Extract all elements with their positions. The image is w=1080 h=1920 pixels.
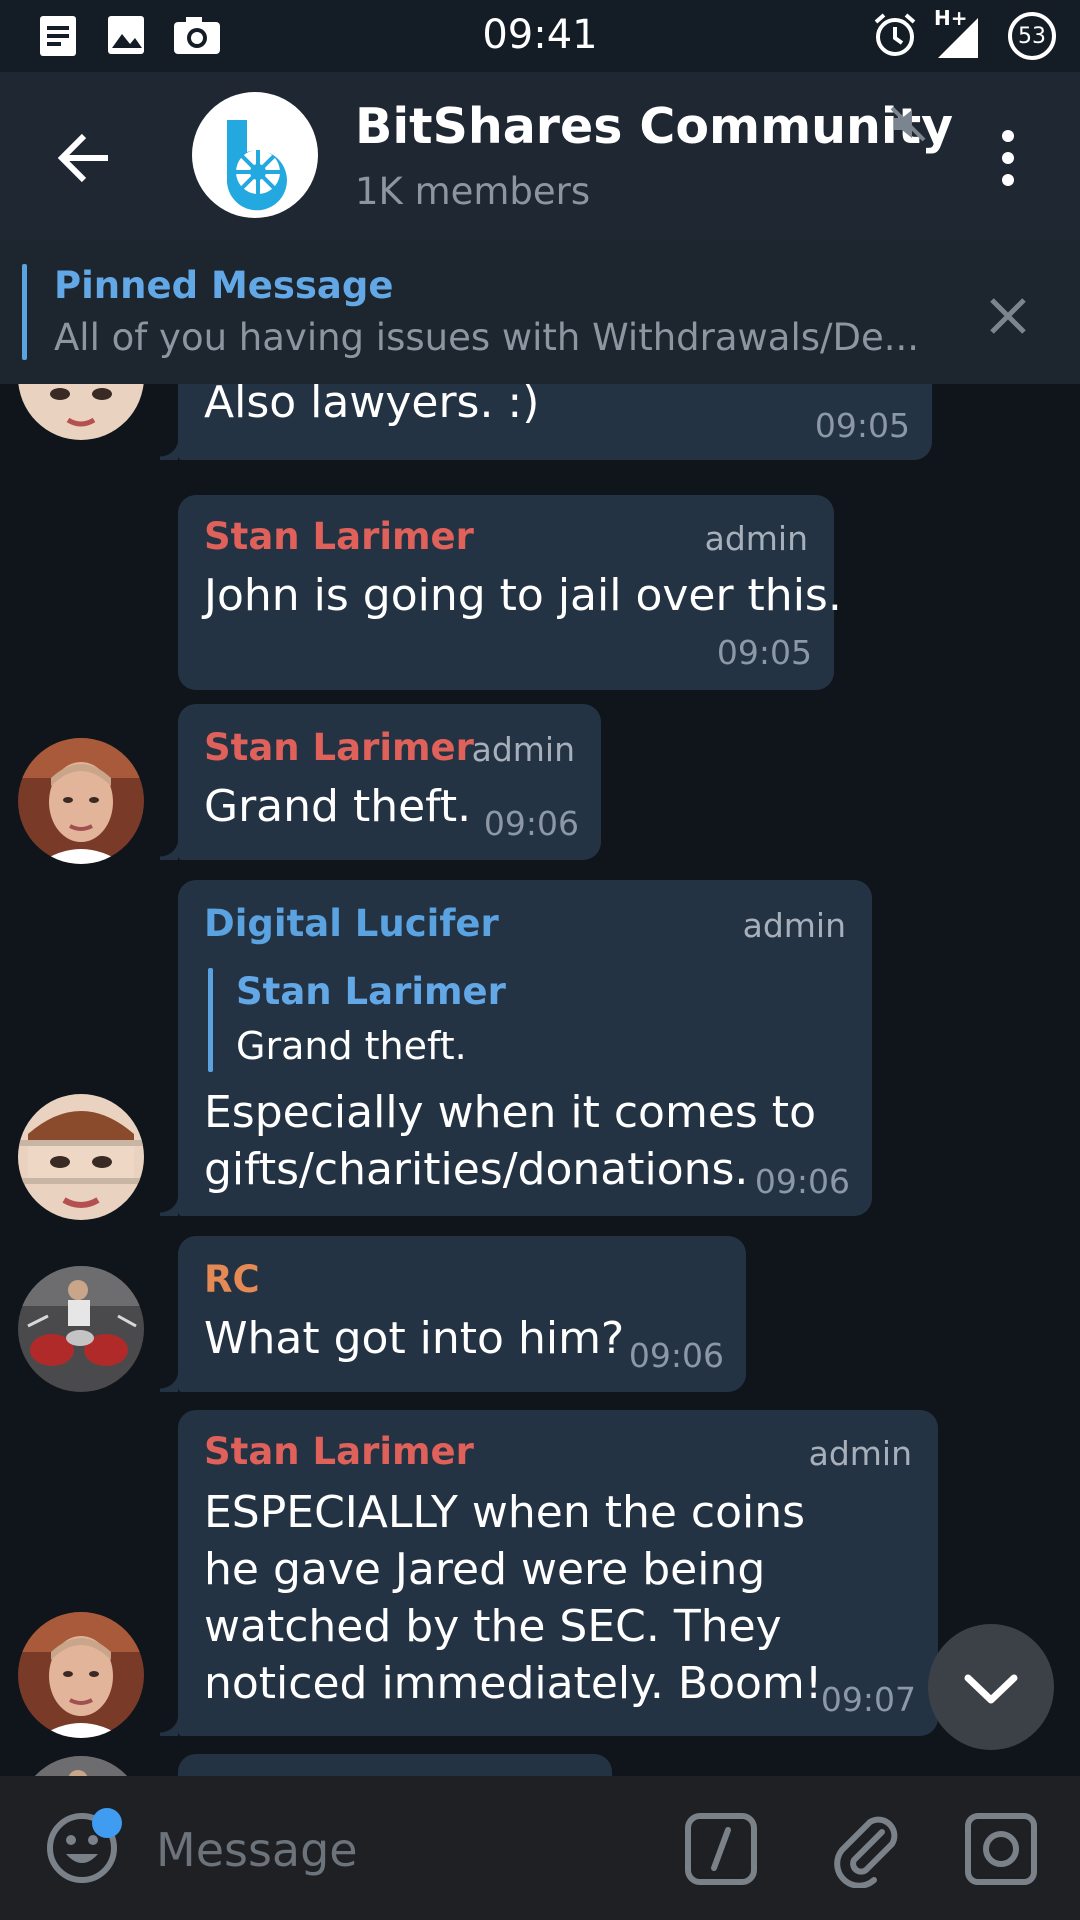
avatar[interactable] (18, 384, 144, 440)
admin-badge: admin (471, 730, 575, 769)
message-time: 09:07 (820, 1680, 916, 1719)
back-arrow-icon[interactable] (48, 122, 120, 194)
message-text: John is going to jail over this. (204, 570, 842, 621)
message-text-line: ESPECIALLY when the coins (204, 1487, 806, 1538)
sender-name[interactable]: Digital Lucifer (204, 902, 499, 945)
message-bubble[interactable]: Stan Larimer admin ESPECIALLY when the c… (160, 1410, 938, 1736)
drummer-photo-avatar-icon (18, 1266, 144, 1392)
avatar[interactable] (18, 1756, 144, 1776)
message-text-line: Especially when it comes to (204, 1087, 816, 1138)
pinned-message[interactable]: Pinned Message All of you having issues … (0, 240, 1080, 384)
chat-title[interactable]: BitShares Community (355, 98, 953, 155)
clock: 09:41 (482, 12, 598, 58)
bot-command-icon[interactable] (684, 1812, 758, 1886)
bitshares-logo-icon (227, 120, 287, 211)
message-bubble[interactable]: Stan Larimer admin Grand theft. 09:06 (160, 704, 601, 860)
pinned-accent-bar (22, 264, 27, 360)
man-portrait-avatar-icon (18, 1612, 144, 1738)
message-time: 09:05 (716, 633, 812, 672)
message-text-line: gifts/charities/donations. (204, 1144, 749, 1195)
sender-name[interactable]: Stan Larimer (204, 515, 474, 558)
message-composer (0, 1776, 1080, 1920)
admin-badge: admin (704, 519, 808, 558)
reply-accent-bar (208, 968, 213, 1072)
man-portrait-avatar-icon (18, 738, 144, 864)
chevron-down-icon (964, 1674, 1018, 1704)
avatar[interactable] (18, 1094, 144, 1220)
camera-icon[interactable] (964, 1812, 1038, 1886)
message-list[interactable]: Also lawyers. :) 09:05 Stan Larimer admi… (0, 384, 1080, 1776)
alarm-icon (874, 13, 916, 56)
message-time: 09:06 (483, 804, 579, 843)
admin-badge: admin (808, 1434, 912, 1473)
message-bubble[interactable]: RC What got into him? 09:06 (160, 1236, 746, 1392)
avatar[interactable] (18, 1266, 144, 1392)
message-time: 09:06 (628, 1336, 724, 1375)
sender-name[interactable]: Stan Larimer (204, 1430, 474, 1473)
reply-text: Grand theft. (236, 1024, 467, 1068)
drummer-photo-avatar-icon (18, 1756, 144, 1776)
message-bubble[interactable]: Also lawyers. :) 09:05 (160, 384, 932, 460)
cartoon-face-avatar-icon (18, 1094, 144, 1220)
status-bar: 09:41 H+ 53 (0, 0, 1080, 72)
message-text-line: he gave Jared were being (204, 1544, 766, 1595)
group-avatar[interactable] (192, 92, 318, 218)
attach-icon[interactable] (826, 1808, 906, 1888)
message-text: What got into him? (204, 1313, 625, 1364)
more-options-icon[interactable] (988, 122, 1028, 194)
pinned-title: Pinned Message (54, 264, 394, 307)
message-bubble[interactable]: Digital Lucifer admin Stan Larimer Grand… (160, 880, 872, 1216)
message-text: Also lawyers. :) (204, 384, 540, 428)
close-icon[interactable] (984, 292, 1032, 340)
admin-badge: admin (742, 906, 846, 945)
message-text-line: noticed immediately. Boom! (204, 1658, 823, 1709)
cartoon-face-avatar-icon (18, 384, 144, 440)
network-type: H+ (934, 6, 968, 30)
member-count: 1K members (355, 170, 591, 213)
sender-name[interactable]: RC (204, 1258, 260, 1301)
message-time: 09:06 (754, 1162, 850, 1201)
message-text-line: watched by the SEC. They (204, 1601, 782, 1652)
chat-header: BitShares Community 1K members (0, 72, 1080, 240)
muted-icon (890, 106, 926, 142)
message-text: Grand theft. (204, 781, 472, 832)
message-input[interactable] (156, 1816, 636, 1884)
message-bubble[interactable] (178, 1754, 612, 1776)
battery-indicator: 53 (1008, 12, 1056, 60)
pinned-text: All of you having issues with Withdrawal… (54, 316, 920, 359)
avatar[interactable] (18, 1612, 144, 1738)
message-bubble[interactable]: Stan Larimer admin John is going to jail… (178, 495, 842, 690)
sender-name[interactable]: Stan Larimer (204, 726, 474, 769)
new-emoji-badge (92, 1808, 122, 1838)
scroll-to-bottom-button[interactable] (928, 1624, 1054, 1750)
avatar[interactable] (18, 738, 144, 864)
reply-sender: Stan Larimer (236, 970, 506, 1013)
message-time: 09:05 (814, 406, 910, 445)
